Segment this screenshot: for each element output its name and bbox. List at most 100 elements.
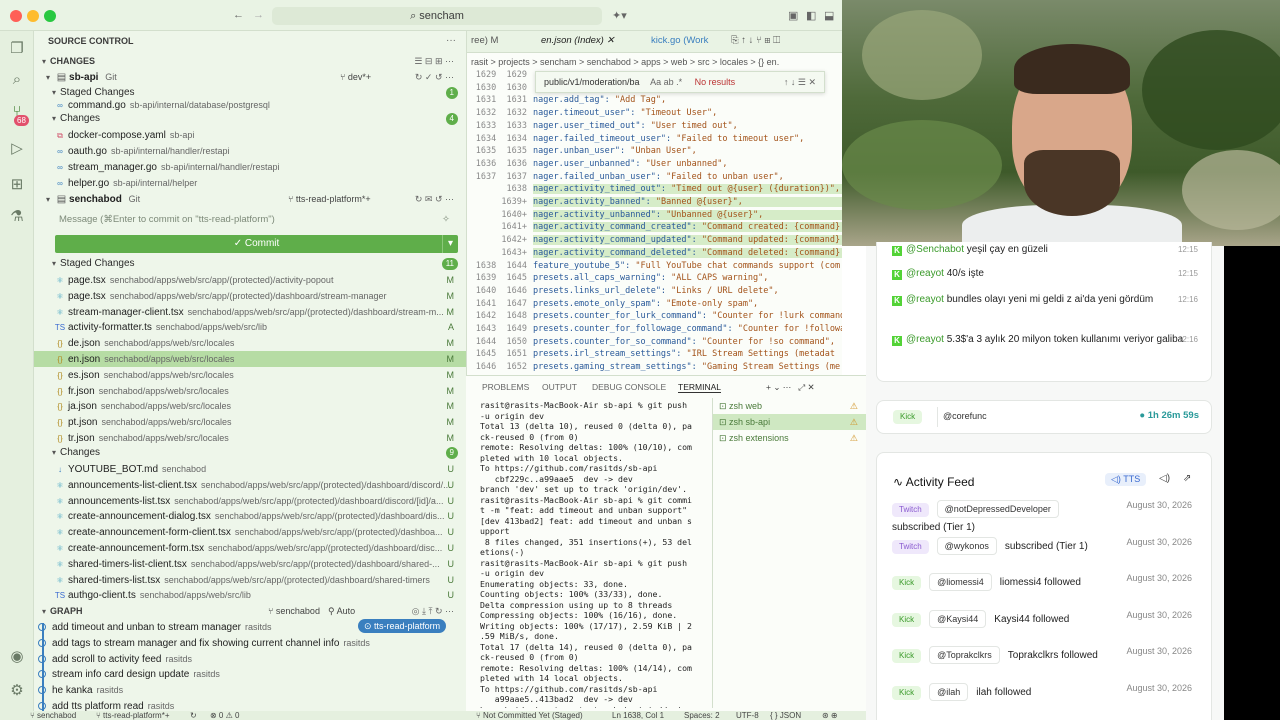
find-nav-icons[interactable]: ↑ ↓ ☰ ✕ — [784, 72, 816, 92]
forward-arrow-icon[interactable]: → — [253, 9, 264, 21]
close-window-button[interactable] — [10, 10, 22, 22]
find-options-icons[interactable]: Aa ab .* — [650, 77, 682, 87]
file-row[interactable]: ⚛ create-announcement-form.tsx senchabod/a… — [34, 540, 466, 556]
panel-actions-icons[interactable]: + ⌄ ⋯ ⤢ ✕ — [766, 382, 815, 393]
section-actions-icons[interactable]: ☰ ⊟ ⊞ ⋯ — [414, 53, 454, 69]
file-row[interactable]: {} de.json senchabod/apps/web/src/locales M — [34, 335, 466, 351]
find-widget[interactable]: public/v1/moderation/ba Aa ab .* No resu… — [535, 71, 825, 93]
file-row[interactable]: ⚛ page.tsx senchabod/apps/web/src/app/(pro… — [34, 288, 466, 304]
file-row[interactable]: ⚛ announcements-list.tsx senchabod/apps/we… — [34, 493, 466, 509]
chat-user[interactable]: @Senchabot — [906, 244, 964, 255]
senchabod-changes-header[interactable]: ▾ Changes 9 — [34, 445, 466, 461]
event-user[interactable]: @Toprakclkrs — [929, 646, 1000, 664]
close-tab-icon[interactable]: ✕ — [606, 35, 614, 46]
tab-output[interactable]: OUTPUT — [542, 382, 577, 392]
graph-auto-select[interactable]: ⚲ Auto — [328, 603, 355, 619]
chat-user[interactable]: @reayot — [906, 334, 944, 345]
status-cursor-pos[interactable]: Ln 1638, Col 1 — [612, 711, 664, 720]
changes-section-header[interactable]: ▾ CHANGES ☰ ⊟ ⊞ ⋯ — [34, 53, 466, 69]
terminal-item[interactable]: ⊡ zsh web ⚠ — [713, 398, 866, 414]
event-user[interactable]: @liomessi4 — [929, 573, 992, 591]
file-row[interactable]: ∞ helper.go sb-api/internal/helper — [34, 175, 466, 191]
status-encoding[interactable]: UTF-8 — [736, 711, 759, 720]
volume-icon[interactable]: ◁) — [1159, 473, 1170, 484]
file-row[interactable]: ⚛ announcements-list-client.tsx senchabod/… — [34, 477, 466, 493]
status-commit-state[interactable]: ⑂ Not Committed Yet (Staged) — [476, 711, 583, 720]
repo-senchabod[interactable]: ▾ ▤ senchabod Git ⑂ tts-read-platform*+ … — [34, 191, 466, 207]
terminal-item[interactable]: ⊡ zsh sb-api ⚠ — [713, 414, 866, 430]
commit-row[interactable]: add tts platform read rasitds — [34, 698, 466, 711]
run-debug-icon[interactable]: ▷ — [8, 139, 26, 157]
commit-row[interactable]: add scroll to activity feed rasitds — [34, 651, 466, 667]
status-problems[interactable]: ⊗ 0 ⚠ 0 — [210, 711, 239, 720]
tab-problems[interactable]: PROBLEMS — [482, 382, 529, 392]
sparkle-icon[interactable]: ✧ — [442, 211, 450, 229]
event-user[interactable]: @Kaysi44 — [929, 609, 987, 628]
graph-repo-select[interactable]: ⑂ senchabod — [268, 603, 320, 619]
repo-branch[interactable]: ⑂ tts-read-platform*+ — [288, 191, 371, 207]
zoom-window-button[interactable] — [44, 10, 56, 22]
editor-actions-icons[interactable]: ⎘ ↑ ↓ ⑂ ⊞ ◫ — [731, 35, 780, 46]
commit-message-input[interactable]: Message (⌘Enter to commit on "tts-read-p… — [55, 211, 458, 229]
tts-toggle[interactable]: ◁) TTS — [1105, 473, 1147, 486]
file-row[interactable]: {} es.json senchabod/apps/web/src/locales M — [34, 367, 466, 383]
copilot-icon[interactable]: ✦▾ — [612, 9, 627, 22]
status-sync-icon[interactable]: ↻ — [190, 711, 197, 720]
more-actions-icon[interactable]: ··· — [446, 33, 456, 49]
find-input[interactable]: public/v1/moderation/ba — [544, 77, 640, 87]
chat-user[interactable]: @reayot — [906, 294, 944, 305]
chat-user[interactable]: @reayot — [906, 268, 944, 279]
commit-row[interactable]: add tags to stream manager and fix showi… — [34, 635, 466, 651]
sb-api-changes-header[interactable]: ▾ Changes 4 — [34, 111, 466, 127]
file-row[interactable]: TS authgo-client.ts senchabod/apps/web/src… — [34, 587, 466, 603]
command-center-search[interactable]: ⌕ sencham — [272, 7, 602, 25]
toggle-sidebar-icon[interactable]: ◧ — [806, 9, 816, 22]
settings-gear-icon[interactable]: ⚙ — [8, 681, 26, 699]
tab-terminal[interactable]: TERMINAL — [678, 382, 721, 393]
repo-actions-icons[interactable]: ↻ ✓ ↺ ⋯ — [415, 69, 454, 85]
toggle-panel-icon[interactable]: ⬓ — [824, 9, 834, 22]
terminal-item[interactable]: ⊡ zsh extensions ⚠ — [713, 430, 866, 446]
tab-previous[interactable]: ree) M — [471, 35, 498, 46]
commit-dropdown-chevron-icon[interactable]: ▾ — [442, 235, 458, 253]
file-row[interactable]: ⚛ shared-timers-list.tsx senchabod/apps/we… — [34, 572, 466, 588]
commit-row[interactable]: he kanka rasitds — [34, 682, 466, 698]
repo-sb-api[interactable]: ▾ ▤ sb-api Git ⑂ dev*+ ↻ ✓ ↺ ⋯ — [34, 69, 466, 85]
account-icon[interactable]: ◉ — [8, 647, 26, 665]
event-user[interactable]: @wykonos — [936, 536, 997, 555]
layout-icon[interactable]: ▣ — [788, 9, 798, 22]
event-user[interactable]: @ilah — [929, 682, 969, 701]
file-row[interactable]: {} tr.json senchabod/apps/web/src/locales M — [34, 430, 466, 446]
tab-debug-console[interactable]: DEBUG CONSOLE — [592, 382, 666, 392]
file-row[interactable]: {} en.json senchabod/apps/web/src/locales M — [34, 351, 466, 367]
extensions-icon[interactable]: ⊞ — [8, 175, 26, 193]
repo-actions-icons[interactable]: ↻ ✉ ↺ ⋯ — [415, 191, 454, 207]
commit-row[interactable]: stream info card design update rasitds — [34, 666, 466, 682]
file-row[interactable]: {} pt.json senchabod/apps/web/src/locales M — [34, 414, 466, 430]
popout-icon[interactable]: ⇗ — [1183, 473, 1191, 484]
file-row[interactable]: ⚛ create-announcement-form-client.tsx senc… — [34, 524, 466, 540]
file-row[interactable]: ⚛ page.tsx senchabod/apps/web/src/app/(pro… — [34, 272, 466, 288]
tab-en-json-index[interactable]: en.json (Index) ✕ — [541, 35, 614, 46]
graph-actions-icons[interactable]: ◎ ⤓ ⤒ ↻ ⋯ — [412, 603, 454, 619]
file-row[interactable]: {} fr.json senchabod/apps/web/src/locales M — [34, 383, 466, 399]
file-row[interactable]: ⧉ docker-compose.yaml sb-api — [34, 127, 466, 143]
status-branch-2[interactable]: ⑂ tts-read-platform*+ — [96, 711, 170, 720]
search-icon[interactable]: ⌕ — [8, 71, 26, 88]
file-row[interactable]: ↓ YOUTUBE_BOT.md senchabod U — [34, 461, 466, 477]
file-row[interactable]: ⚛ create-announcement-dialog.tsx senchabod… — [34, 508, 466, 524]
status-copilot-icon[interactable]: ⊛ ⊕ — [822, 711, 838, 720]
terminal-output[interactable]: rasit@rasits-MacBook-Air sb-api % git pu… — [480, 400, 710, 708]
file-row[interactable]: ∞ stream_manager.go sb-api/internal/handle… — [34, 159, 466, 175]
explorer-icon[interactable]: ❐ — [8, 39, 26, 57]
file-row[interactable]: ⚛ shared-timers-list-client.tsx senchabod/… — [34, 556, 466, 572]
file-row[interactable]: {} ja.json senchabod/apps/web/src/locales M — [34, 398, 466, 414]
testing-icon[interactable]: ⚗ — [8, 207, 26, 225]
file-row[interactable]: TS activity-formatter.ts senchabod/apps/we… — [34, 319, 466, 335]
breadcrumb[interactable]: rasit > projects > sencham > senchabod >… — [467, 54, 842, 70]
repo-branch[interactable]: ⑂ dev*+ — [340, 69, 371, 85]
status-branch[interactable]: ⑂ senchabod — [30, 711, 76, 720]
minimize-window-button[interactable] — [27, 10, 39, 22]
back-arrow-icon[interactable]: ← — [233, 9, 244, 21]
graph-section-header[interactable]: ▾ GRAPH ⑂ senchabod ⚲ Auto ◎ ⤓ ⤒ ↻ ⋯ — [34, 603, 466, 619]
